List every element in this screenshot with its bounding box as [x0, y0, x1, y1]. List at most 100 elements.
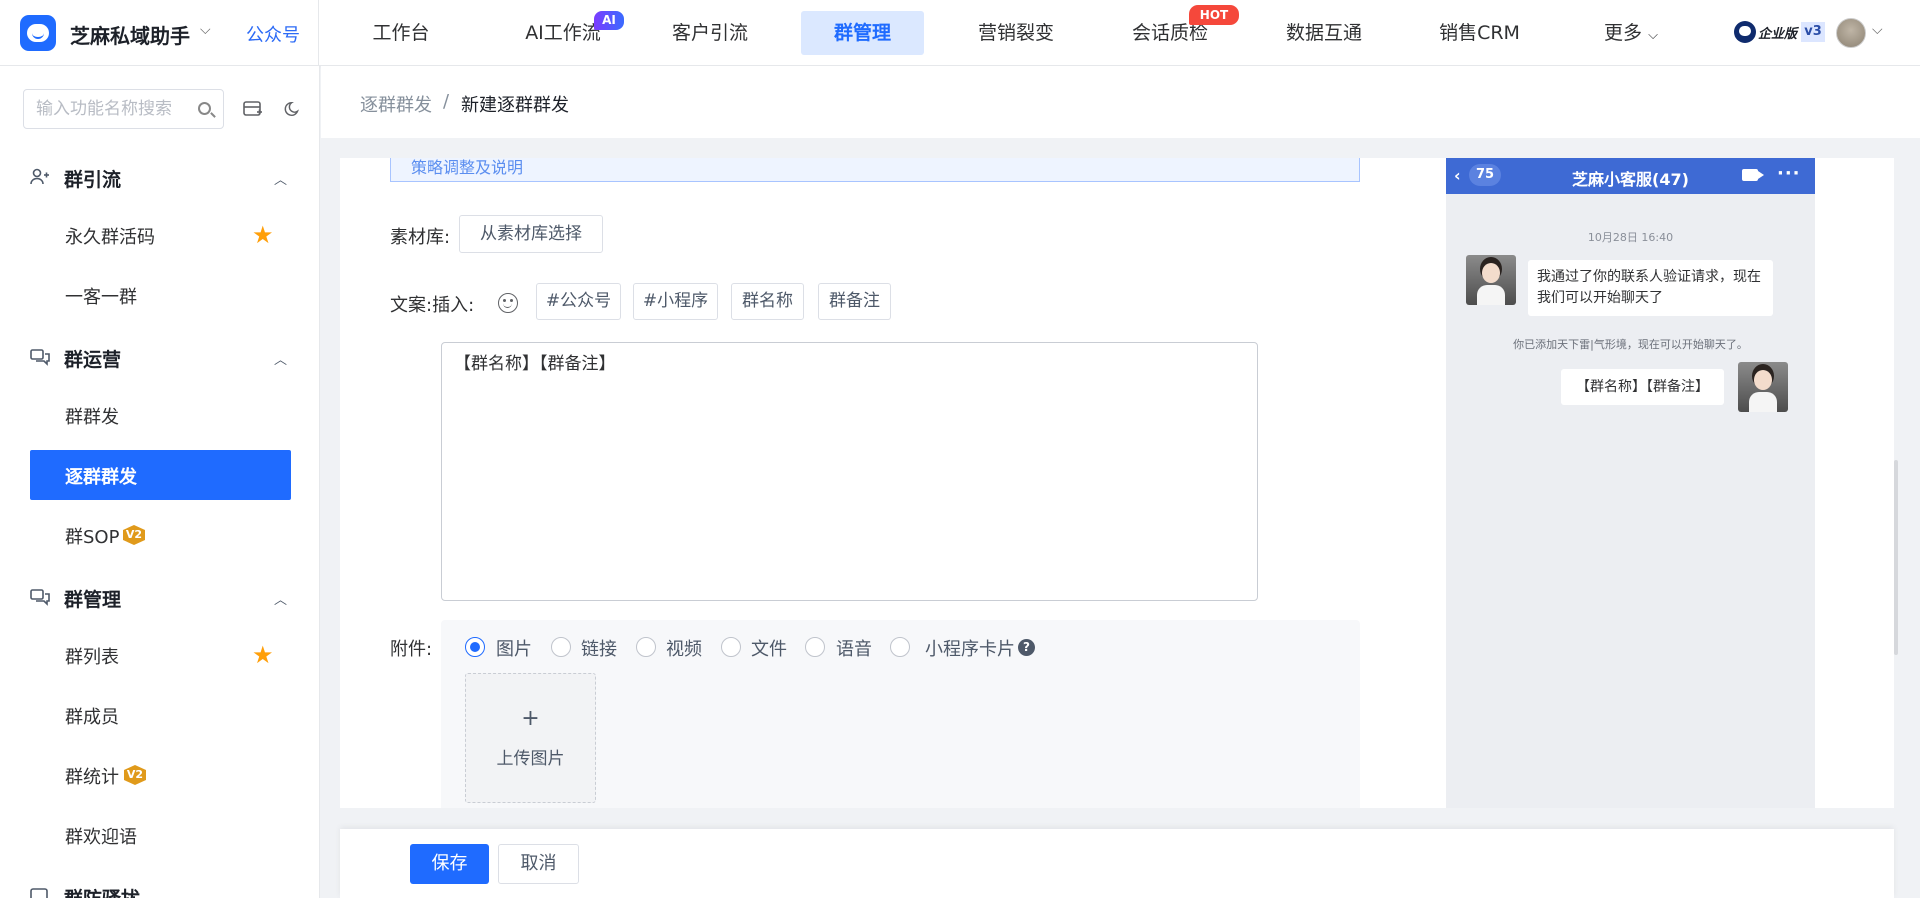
- user-avatar[interactable]: [1836, 18, 1866, 48]
- radio-mini-program-card-label[interactable]: 小程序卡片: [925, 635, 1015, 661]
- chat-group-icon: [30, 349, 50, 366]
- nav-sales-crm[interactable]: 销售CRM: [1427, 11, 1532, 55]
- save-button[interactable]: 保存: [410, 844, 489, 884]
- select-from-library-button[interactable]: 从素材库选择: [459, 215, 603, 253]
- more-icon: ···: [1777, 163, 1801, 184]
- sidebar-item-group-welcome[interactable]: 群欢迎语: [30, 810, 291, 860]
- menu-group-title: 群引流: [64, 169, 122, 191]
- chevron-down-icon[interactable]: ⌵: [1872, 22, 1883, 38]
- radio-file[interactable]: [721, 637, 741, 657]
- upload-label: 上传图片: [496, 749, 565, 769]
- search-icon[interactable]: [198, 102, 211, 115]
- sidebar-item-label: 群群发: [65, 407, 119, 428]
- sidebar-item-label: 群列表: [65, 647, 119, 668]
- system-note: 你已添加天下雷|气形境，现在可以开始聊天了。: [1513, 338, 1748, 351]
- sidebar-item-per-group-broadcast[interactable]: 逐群群发: [30, 450, 291, 500]
- moon-icon[interactable]: [283, 100, 303, 118]
- sidebar-item-label: 群SOP: [65, 527, 120, 548]
- sidebar-item-group-list[interactable]: 群列表 ★: [30, 630, 291, 680]
- sidebar-search[interactable]: [23, 89, 224, 129]
- material-label: 素材库:: [390, 227, 451, 248]
- insert-label: 插入:: [432, 295, 475, 316]
- chat-group-icon: [30, 589, 50, 606]
- footer-bar: 保存 取消: [340, 829, 1894, 898]
- menu-group-traffic[interactable]: 群引流 ︿: [0, 155, 319, 199]
- sidebar-item-label: 群统计: [65, 767, 119, 788]
- v2-badge: V2: [124, 765, 146, 785]
- v2-badge: V2: [123, 525, 145, 545]
- sidebar: 群引流 ︿ 永久群活码 ★ 一客一群 群运营 ︿ 群群发 逐群群发 群SOP V…: [0, 66, 320, 898]
- chevron-up-icon: ︿: [274, 173, 288, 188]
- account-type-link[interactable]: 公众号: [246, 21, 300, 47]
- radio-video-label[interactable]: 视频: [666, 635, 702, 661]
- form-panel: 策略调整及说明 素材库: 从素材库选择 文案:插入: #公众号 #小程序 群名称…: [340, 158, 1894, 808]
- help-icon[interactable]: ?: [1018, 639, 1035, 656]
- sidebar-item-group-members[interactable]: 群成员: [30, 690, 291, 740]
- sidebar-item-permanent-qr[interactable]: 永久群活码 ★: [30, 210, 291, 260]
- radio-mini-program-card[interactable]: [890, 637, 910, 657]
- menu-group-anti-harassment[interactable]: 群防骚扰 ︿: [0, 874, 319, 898]
- menu-group-title: 群管理: [64, 589, 122, 611]
- copy-text: 【群名称】【群备注】: [454, 354, 616, 374]
- attachment-label: 附件:: [390, 639, 433, 660]
- sidebar-item-one-customer-one-group[interactable]: 一客一群: [30, 270, 291, 320]
- insert-tag-group-name[interactable]: 群名称: [731, 283, 804, 320]
- avatar: [1738, 362, 1788, 412]
- radio-link-label[interactable]: 链接: [581, 635, 617, 661]
- sidebar-item-group-broadcast[interactable]: 群群发: [30, 390, 291, 440]
- chevron-down-icon[interactable]: ⌵: [200, 22, 211, 38]
- tip-bar: 策略调整及说明: [390, 158, 1360, 182]
- cancel-button[interactable]: 取消: [498, 844, 579, 884]
- enterprise-logo-icon: [1734, 21, 1756, 43]
- radio-video[interactable]: [636, 637, 656, 657]
- phone-header: ‹ 75 芝麻小客服(47) ···: [1446, 158, 1815, 194]
- radio-file-label[interactable]: 文件: [751, 635, 787, 661]
- search-input[interactable]: [36, 90, 196, 128]
- plus-icon: +: [521, 706, 540, 731]
- nav-data-sync[interactable]: 数据互通: [1274, 11, 1374, 55]
- menu-group-title: 群防骚扰: [64, 884, 140, 898]
- scrollbar[interactable]: [1894, 460, 1898, 655]
- sidebar-item-label: 一客一群: [65, 287, 137, 308]
- sidebar-item-label: 群成员: [65, 707, 119, 728]
- breadcrumb-parent[interactable]: 逐群群发: [360, 91, 432, 117]
- chevron-up-icon: ︿: [274, 593, 288, 608]
- radio-voice[interactable]: [805, 637, 825, 657]
- insert-tag-mini-program[interactable]: #小程序: [633, 283, 718, 320]
- nav-more-label: 更多: [1604, 22, 1643, 44]
- sidebar-item-label: 永久群活码: [65, 227, 155, 248]
- phone-preview: ‹ 75 芝麻小客服(47) ··· 10月28日 16:40 我通过了你的联系…: [1446, 158, 1815, 808]
- menu-group-title: 群运营: [64, 349, 122, 371]
- tip-text[interactable]: 策略调整及说明: [411, 158, 523, 178]
- radio-image-label[interactable]: 图片: [496, 635, 532, 661]
- copy-label: 文案:插入:: [390, 291, 474, 317]
- star-icon[interactable]: ★: [252, 643, 274, 667]
- insert-tag-official-account[interactable]: #公众号: [536, 283, 621, 320]
- insert-tag-group-remark[interactable]: 群备注: [818, 283, 891, 320]
- copy-label-text: 文案:: [390, 295, 433, 316]
- radio-image[interactable]: [465, 637, 485, 657]
- radio-link[interactable]: [551, 637, 571, 657]
- copy-textarea[interactable]: 【群名称】【群备注】: [441, 342, 1258, 601]
- sidebar-item-group-sop[interactable]: 群SOP V2: [30, 510, 291, 560]
- edition-label: 企业版: [1758, 27, 1798, 42]
- menu-group-management[interactable]: 群管理 ︿: [0, 575, 319, 619]
- video-call-icon: [1742, 169, 1764, 181]
- emoji-icon[interactable]: [498, 293, 518, 313]
- nav-workbench[interactable]: 工作台: [356, 11, 446, 55]
- app-name[interactable]: 芝麻私域助手: [70, 20, 190, 49]
- menu-group-operation[interactable]: 群运营 ︿: [0, 335, 319, 379]
- hot-badge: HOT: [1189, 5, 1239, 25]
- breadcrumb-current: 新建逐群群发: [461, 95, 569, 116]
- upload-image-button[interactable]: + 上传图片: [465, 673, 596, 803]
- nav-group-management[interactable]: 群管理: [801, 11, 924, 55]
- app-logo-icon[interactable]: [20, 15, 56, 51]
- layout-icon[interactable]: [243, 100, 263, 118]
- star-icon[interactable]: ★: [252, 223, 274, 247]
- breadcrumb: 逐群群发 / 新建逐群群发: [321, 66, 1920, 138]
- nav-customer-acquisition[interactable]: 客户引流: [660, 11, 760, 55]
- nav-more[interactable]: 更多 ⌵: [1596, 11, 1666, 55]
- nav-marketing[interactable]: 营销裂变: [966, 11, 1066, 55]
- sidebar-item-group-stats[interactable]: 群统计 V2: [30, 750, 291, 800]
- radio-voice-label[interactable]: 语音: [836, 635, 872, 661]
